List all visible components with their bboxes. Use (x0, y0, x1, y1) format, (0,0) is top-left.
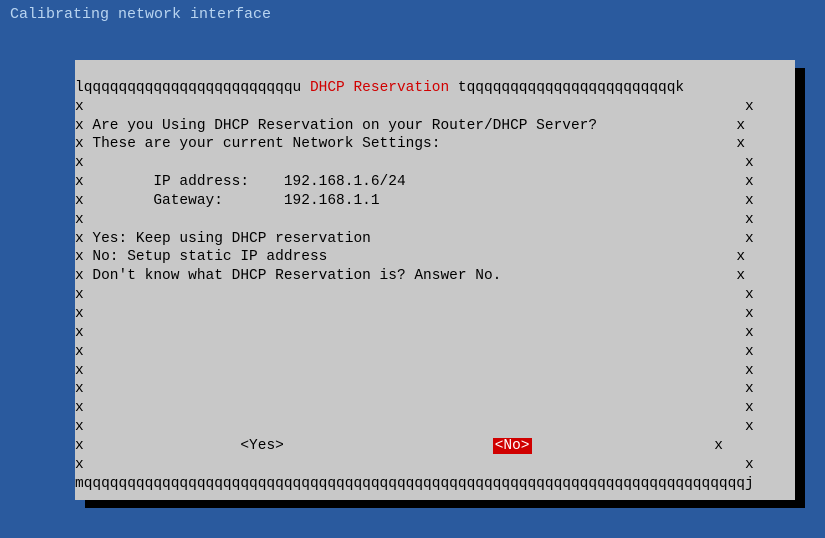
no-desc-text: No: Setup static IP address (92, 249, 327, 265)
border-top: lqqqqqqqqqqqqqqqqqqqqqqqqu DHCP Reservat… (75, 79, 795, 98)
border-row: x x (75, 324, 795, 343)
ip-row: x IP address: 192.168.1.6/24 x (75, 173, 795, 192)
border-row: x x (75, 343, 795, 362)
gateway-label: Gateway: (92, 193, 283, 209)
dialog-title: DHCP Reservation (310, 80, 449, 96)
border-row: x x (75, 418, 795, 437)
dialog-content: lqqqqqqqqqqqqqqqqqqqqqqqqu DHCP Reservat… (75, 79, 795, 494)
border-row: x x (75, 362, 795, 381)
border-row: x x (75, 211, 795, 230)
page-header: Calibrating network interface (0, 0, 825, 29)
ip-label: IP address: (92, 174, 283, 190)
yes-desc-text: Yes: Keep using DHCP reservation (92, 231, 370, 247)
no-desc-row: x No: Setup static IP address x (75, 248, 795, 267)
header-title: Calibrating network interface (10, 6, 271, 23)
border-row: x x (75, 380, 795, 399)
ip-value: 192.168.1.6/24 (284, 174, 406, 190)
dontknow-text: Don't know what DHCP Reservation is? Ans… (92, 268, 501, 284)
border-row: x x (75, 399, 795, 418)
yes-desc-row: x Yes: Keep using DHCP reservation x (75, 230, 795, 249)
border-row: x x (75, 305, 795, 324)
yes-button[interactable]: <Yes> (240, 438, 284, 454)
question-text: Are you Using DHCP Reservation on your R… (92, 118, 597, 134)
settings-intro-row: x These are your current Network Setting… (75, 135, 795, 154)
border-row: x x (75, 286, 795, 305)
settings-intro-text: These are your current Network Settings: (92, 136, 440, 152)
gateway-value: 192.168.1.1 (284, 193, 380, 209)
dhcp-dialog: lqqqqqqqqqqqqqqqqqqqqqqqqu DHCP Reservat… (75, 60, 795, 500)
gateway-row: x Gateway: 192.168.1.1 x (75, 192, 795, 211)
border-row: x x (75, 154, 795, 173)
no-button[interactable]: <No> (493, 438, 532, 454)
border-row: x x (75, 98, 795, 117)
dontknow-row: x Don't know what DHCP Reservation is? A… (75, 267, 795, 286)
button-row: x <Yes> <No> x (75, 437, 795, 456)
border-bottom: mqqqqqqqqqqqqqqqqqqqqqqqqqqqqqqqqqqqqqqq… (75, 475, 795, 494)
question-row: x Are you Using DHCP Reservation on your… (75, 117, 795, 136)
border-row: x x (75, 456, 795, 475)
